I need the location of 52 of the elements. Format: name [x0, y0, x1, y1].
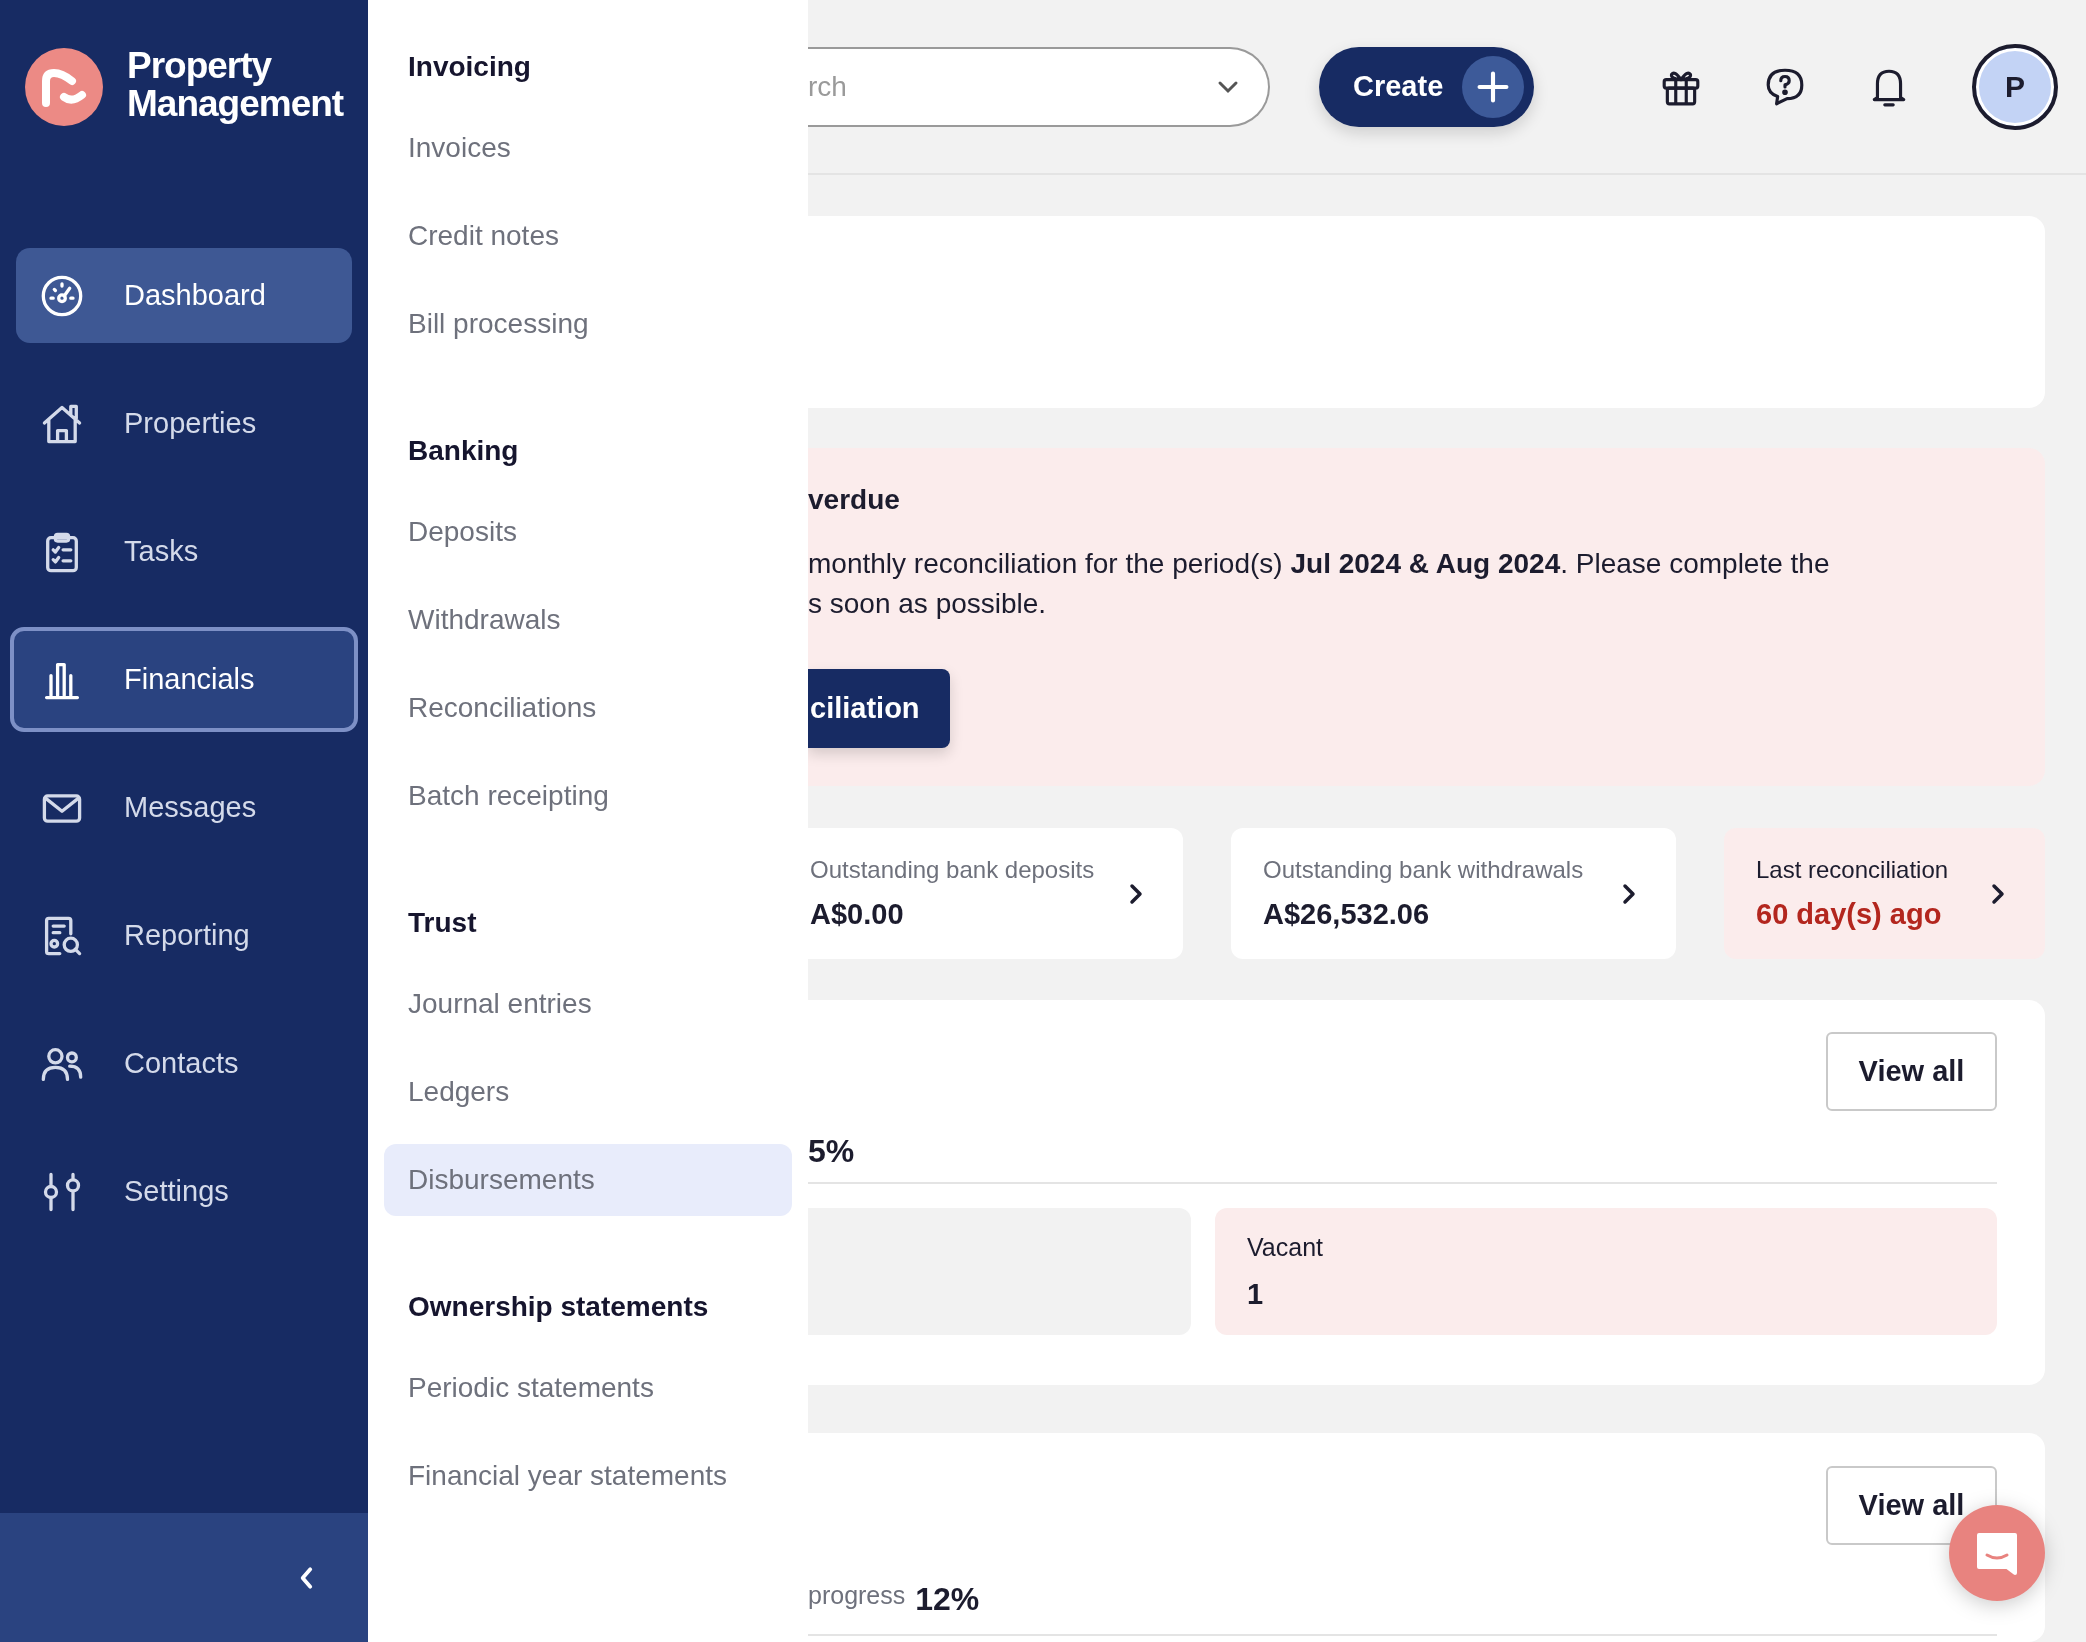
- menu-item[interactable]: Disbursements: [384, 1144, 792, 1216]
- nav-item[interactable]: Properties: [16, 376, 352, 471]
- reconciliation-button[interactable]: ciliation: [808, 669, 950, 748]
- plus-icon: [1462, 55, 1524, 118]
- nav-item[interactable]: Tasks: [16, 504, 352, 599]
- gauge-icon: [40, 273, 84, 318]
- tile-label: Vacant: [1247, 1232, 1324, 1262]
- nav-item[interactable]: Reporting: [16, 888, 352, 983]
- menu-item[interactable]: Ledgers: [384, 1056, 792, 1128]
- menu-item[interactable]: Bill processing: [384, 288, 792, 360]
- nav-item[interactable]: Contacts: [16, 1016, 352, 1111]
- progress-caption: progress: [808, 1581, 906, 1610]
- menu-item[interactable]: Reconciliations: [384, 672, 792, 744]
- stat-label: Outstanding bank withdrawals: [1263, 856, 1584, 884]
- section-heading: Trust: [407, 906, 478, 940]
- logo-icon: [24, 47, 104, 127]
- stat-value: A$26,532.06: [1263, 898, 1431, 931]
- chevron-right-icon: [1622, 882, 1636, 905]
- nav-item[interactable]: Dashboard: [16, 248, 352, 343]
- menu-item[interactable]: Journal entries: [384, 968, 792, 1040]
- occupancy-rate: 5%: [808, 1133, 855, 1171]
- search-field[interactable]: rch: [808, 46, 1270, 127]
- alert-message: monthly reconciliation for the period(s) Jul 2024 & Aug 2024. Please complete the s soon as possible.: [808, 547, 1831, 621]
- progress-rate: 12%: [915, 1581, 980, 1618]
- tile-value: 1: [1247, 1277, 1265, 1311]
- stat-label: Last reconciliation: [1756, 856, 1949, 884]
- menu-item[interactable]: Periodic statements: [384, 1352, 792, 1424]
- create-button[interactable]: Create: [1319, 46, 1534, 127]
- view-all-button[interactable]: View all: [1826, 1032, 1997, 1111]
- user-avatar[interactable]: P: [1972, 43, 2058, 130]
- menu-item[interactable]: Withdrawals: [384, 584, 792, 656]
- menu-item[interactable]: Batch receipting: [384, 760, 792, 832]
- stat-card[interactable]: Outstanding bank deposits A$0.00: [808, 828, 1183, 959]
- chevron-right-icon: [1129, 882, 1143, 905]
- section-heading: Invoicing: [407, 50, 532, 84]
- stat-card[interactable]: Outstanding bank withdrawals A$26,532.06: [1231, 828, 1676, 959]
- nav-item[interactable]: Financials: [10, 627, 358, 732]
- stat-card[interactable]: Last reconciliation 60 day(s) ago: [1724, 828, 2045, 959]
- menu-item[interactable]: Invoices: [384, 112, 792, 184]
- menu-item[interactable]: Financial year statements: [384, 1440, 792, 1512]
- brand-name: Property Management: [127, 47, 345, 123]
- alert-title: verdue: [808, 484, 901, 517]
- menu-item[interactable]: Deposits: [384, 496, 792, 568]
- stat-value: A$0.00: [810, 898, 905, 931]
- menu-item[interactable]: Credit notes: [384, 200, 792, 272]
- stat-value: 60 day(s) ago: [1756, 898, 1943, 931]
- section-heading: Ownership statements: [407, 1290, 710, 1324]
- stat-label: Outstanding bank deposits: [810, 856, 1095, 884]
- nav-item[interactable]: Settings: [16, 1144, 352, 1239]
- section-heading: Banking: [407, 434, 520, 468]
- chevron-right-icon: [1991, 882, 2005, 905]
- nav-item[interactable]: Messages: [16, 760, 352, 855]
